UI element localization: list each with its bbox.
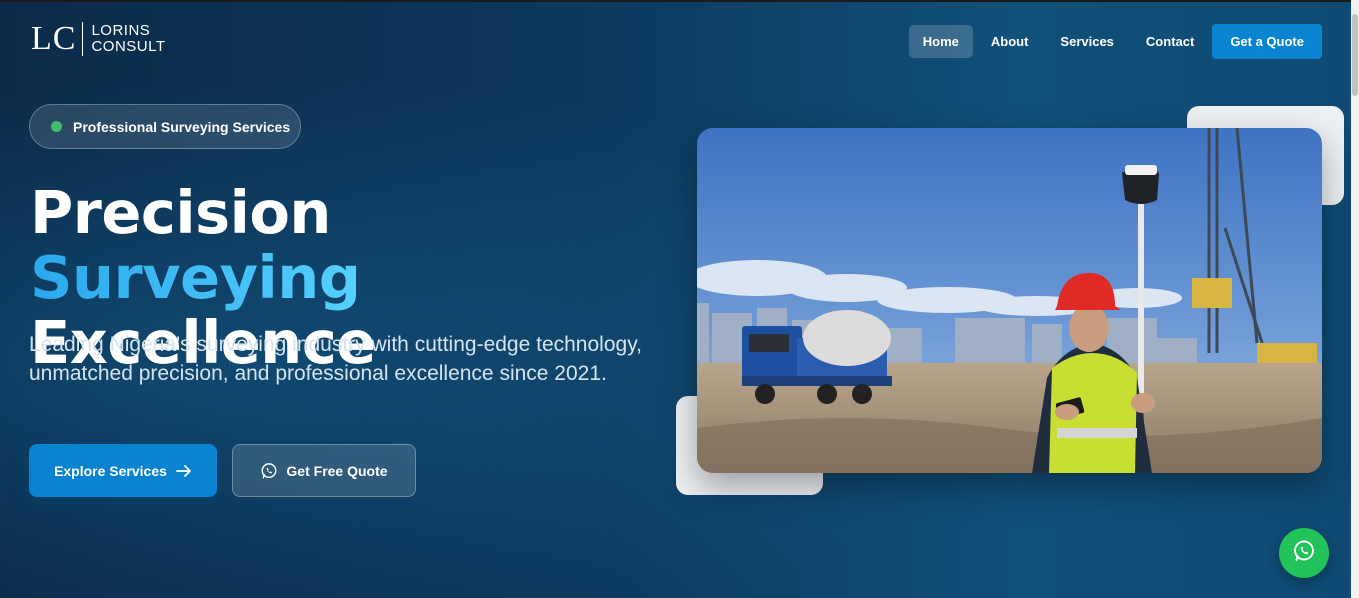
arrow-right-icon [176, 464, 192, 478]
explore-services-label: Explore Services [54, 462, 167, 479]
status-dot-icon [51, 121, 62, 132]
get-free-quote-button[interactable]: Get Free Quote [232, 444, 416, 497]
logo-line-1: LORINS [91, 22, 151, 39]
nav-item-contact[interactable]: Contact [1132, 25, 1208, 58]
explore-services-button[interactable]: Explore Services [29, 444, 217, 497]
hero-image [697, 128, 1322, 473]
whatsapp-float-button[interactable] [1279, 528, 1329, 578]
scrollbar-thumb[interactable] [1352, 14, 1358, 96]
hero-badge-label: Professional Surveying Services [73, 118, 291, 135]
logo-divider [82, 22, 84, 56]
nav-item-services[interactable]: Services [1046, 25, 1128, 58]
scrollbar[interactable] [1351, 0, 1359, 598]
get-a-quote-button[interactable]: Get a Quote [1212, 24, 1322, 59]
logo-mark: LC [31, 20, 77, 57]
whatsapp-icon [1292, 539, 1316, 568]
whatsapp-icon [260, 462, 278, 480]
brand-logo[interactable]: LC LORINS CONSULT [31, 22, 166, 56]
hero-section: LC LORINS CONSULT Home About Services Co… [0, 0, 1359, 598]
top-border [0, 0, 1359, 2]
logo-wordmark: LORINS CONSULT [91, 23, 165, 55]
main-nav: Home About Services Contact Get a Quote [905, 24, 1322, 59]
headline-part-1: Precision [30, 178, 331, 247]
hero-badge: Professional Surveying Services [29, 104, 301, 149]
headline-accent: Surveying [30, 243, 361, 312]
hero-subtext: Leading Nigeria's surveying industry wit… [29, 333, 642, 385]
get-free-quote-label: Get Free Quote [286, 462, 388, 479]
nav-item-about[interactable]: About [977, 25, 1043, 58]
logo-line-2: CONSULT [91, 38, 166, 55]
nav-item-home[interactable]: Home [908, 25, 973, 58]
